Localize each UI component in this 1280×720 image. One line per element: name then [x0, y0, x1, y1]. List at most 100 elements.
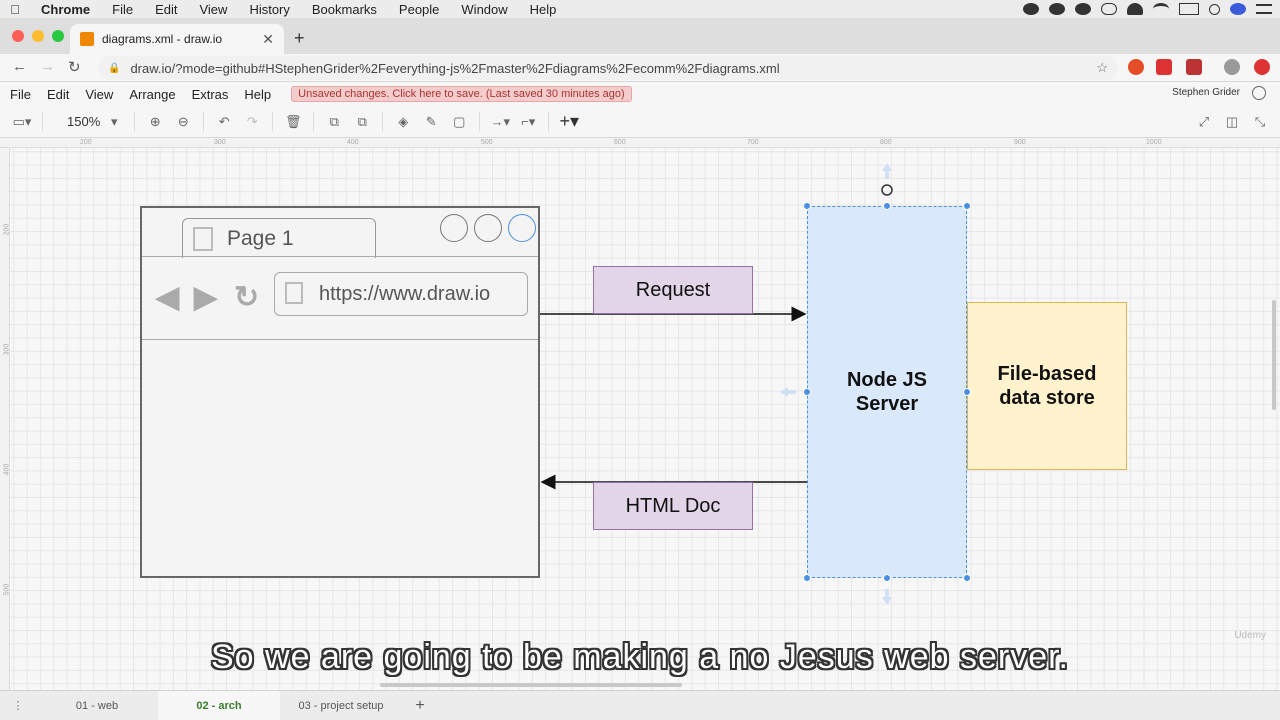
url-bar[interactable]: 🔒 draw.io/?mode=github#HStephenGrider%2F… [98, 56, 1118, 80]
new-tab-icon[interactable]: + [294, 28, 305, 49]
close-window-icon[interactable] [12, 30, 24, 42]
node-server-box[interactable]: Node JS Server [807, 206, 967, 578]
ruler-tick: 800 [880, 139, 892, 146]
page-icon [285, 282, 303, 304]
horizontal-scrollbar[interactable] [380, 683, 682, 687]
menu-window[interactable]: Window [450, 2, 518, 17]
chrome-tabstrip: diagrams.xml - draw.io ✕ + [0, 18, 1280, 54]
page-tab-project-setup[interactable]: 03 - project setup [280, 691, 402, 720]
format-panel-icon[interactable]: ▭▾ [10, 110, 34, 134]
insert-plus-icon[interactable]: +▾ [557, 110, 581, 134]
zoom-level[interactable]: 150% [67, 114, 100, 129]
connection-style-icon[interactable]: →▾ [488, 110, 512, 134]
chrome-menu-icon[interactable] [1254, 59, 1270, 75]
vertical-scrollbar[interactable] [1272, 300, 1276, 410]
unsaved-changes-notice[interactable]: Unsaved changes. Click here to save. (La… [291, 86, 632, 102]
resize-handle[interactable] [803, 202, 811, 210]
zoom-out-icon[interactable]: ⊖ [171, 110, 195, 134]
user-name[interactable]: Stephen Grider [1172, 87, 1240, 98]
fit-window-icon[interactable]: ⤢ [1192, 110, 1216, 134]
pages-menu-icon[interactable]: ⋮ [0, 699, 36, 712]
to-front-icon[interactable]: ⧉ [322, 110, 346, 134]
drawio-menu-view[interactable]: View [79, 87, 119, 102]
format-toggle-icon[interactable]: ◫ [1220, 110, 1244, 134]
shadow-icon[interactable]: ▢ [447, 110, 471, 134]
extension-shield-icon[interactable] [1186, 59, 1202, 75]
resize-handle[interactable] [963, 388, 971, 396]
ruler-tick: 200 [3, 223, 11, 236]
html-doc-box[interactable]: HTML Doc [593, 482, 753, 530]
menu-history[interactable]: History [238, 2, 300, 17]
status-app-icon[interactable] [1023, 3, 1039, 15]
profile-avatar[interactable] [1224, 59, 1240, 75]
apple-icon[interactable]:  [0, 2, 30, 17]
battery-icon[interactable] [1179, 3, 1199, 15]
drawio-menubar: File Edit View Arrange Extras Help Unsav… [0, 82, 1280, 106]
drawio-menu-file[interactable]: File [4, 87, 37, 102]
fill-color-icon[interactable]: ◈ [391, 110, 415, 134]
resize-handle[interactable] [803, 388, 811, 396]
extension-grid-icon[interactable] [1156, 59, 1172, 75]
data-store-box[interactable]: File-based data store [967, 302, 1127, 470]
waypoints-icon[interactable]: ⌐▾ [516, 110, 540, 134]
mockup-forward-arrow-icon: ▶ [194, 281, 218, 314]
divider [313, 111, 315, 132]
menu-help[interactable]: Help [519, 2, 568, 17]
page-tab-arch[interactable]: 02 - arch [158, 690, 280, 720]
mockup-window-circle [508, 214, 536, 242]
fullscreen-icon[interactable]: ⤡ [1248, 110, 1272, 134]
drawio-menu-edit[interactable]: Edit [41, 87, 75, 102]
maximize-window-icon[interactable] [52, 30, 64, 42]
siri-icon[interactable] [1230, 3, 1246, 15]
drawio-menu-arrange[interactable]: Arrange [123, 87, 181, 102]
resize-handle[interactable] [963, 202, 971, 210]
line-color-icon[interactable]: ✎ [419, 110, 443, 134]
drawio-menu-help[interactable]: Help [238, 87, 277, 102]
resize-handle[interactable] [963, 574, 971, 582]
evernote-icon[interactable] [1049, 3, 1065, 15]
menu-file[interactable]: File [101, 2, 144, 17]
tab-title: diagrams.xml - draw.io [102, 32, 223, 46]
wifi-icon[interactable] [1153, 3, 1169, 15]
language-globe-icon[interactable] [1252, 86, 1266, 100]
menu-chrome[interactable]: Chrome [30, 2, 101, 17]
to-back-icon[interactable]: ⧉ [350, 110, 374, 134]
zoom-in-icon[interactable]: ⊕ [143, 110, 167, 134]
url-text[interactable]: draw.io/?mode=github#HStephenGrider%2Fev… [130, 61, 779, 76]
request-box[interactable]: Request [593, 266, 753, 314]
redo-icon[interactable]: ↷ [240, 110, 264, 134]
extension-red-icon[interactable] [1128, 59, 1144, 75]
glasses-icon[interactable] [1101, 3, 1117, 15]
add-page-icon[interactable]: + [402, 691, 438, 720]
browser-mockup-shape[interactable]: Page 1 ◀ ▶ ↻ https://www.draw.io [140, 206, 540, 578]
menu-view[interactable]: View [188, 2, 238, 17]
menu-people[interactable]: People [388, 2, 450, 17]
cloud-icon[interactable] [1127, 3, 1143, 15]
resize-handle[interactable] [883, 574, 891, 582]
ruler-tick: 200 [80, 139, 92, 146]
drawio-menu-extras[interactable]: Extras [186, 87, 235, 102]
close-tab-icon[interactable]: ✕ [262, 31, 274, 48]
page-tab-web[interactable]: 01 - web [36, 691, 158, 720]
minimize-window-icon[interactable] [32, 30, 44, 42]
bookmark-star-icon[interactable]: ☆ [1096, 60, 1108, 76]
menu-bookmarks[interactable]: Bookmarks [301, 2, 388, 17]
notification-center-icon[interactable] [1256, 4, 1272, 14]
resize-handle[interactable] [883, 202, 891, 210]
resize-handle[interactable] [803, 574, 811, 582]
delete-icon[interactable]: 🗑 [281, 110, 305, 134]
reload-icon[interactable]: ↻ [68, 58, 81, 76]
browser-tab[interactable]: diagrams.xml - draw.io ✕ [70, 24, 284, 54]
forward-icon[interactable]: → [40, 58, 55, 75]
elephant-icon[interactable] [1075, 3, 1091, 15]
lock-icon: 🔒 [108, 62, 121, 74]
chevron-down-icon[interactable]: ▾ [102, 110, 126, 134]
divider [548, 111, 550, 132]
window-controls [12, 30, 64, 42]
ruler-tick: 600 [614, 139, 626, 146]
back-icon[interactable]: ← [12, 58, 27, 75]
menu-edit[interactable]: Edit [144, 2, 188, 17]
search-icon[interactable] [1209, 3, 1220, 15]
store-label-line1: File-based [997, 363, 1097, 385]
undo-icon[interactable]: ↶ [212, 110, 236, 134]
